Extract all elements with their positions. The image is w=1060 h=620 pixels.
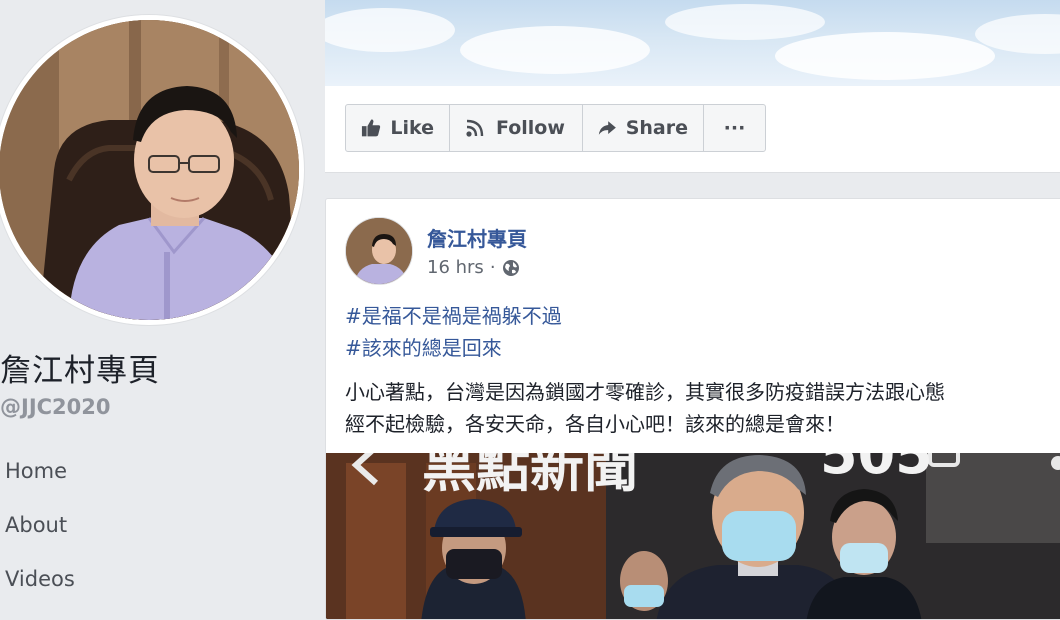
post-author-avatar[interactable] xyxy=(345,217,413,285)
video-overlay-title: 黑點新聞 xyxy=(422,453,638,499)
hashtag-link[interactable]: #該來的總是回來 xyxy=(345,332,1060,364)
profile-picture-frame[interactable] xyxy=(0,15,304,325)
share-label: Share xyxy=(625,117,688,139)
follow-label: Follow xyxy=(496,117,565,139)
profile-photo-illustration xyxy=(0,20,299,320)
share-button[interactable]: Share xyxy=(583,105,704,151)
main-column: Like Follow Share ··· 詹江村專頁 16 hrs · #是福… xyxy=(325,0,1060,620)
like-button[interactable]: Like xyxy=(346,105,450,151)
profile-picture[interactable] xyxy=(0,20,299,320)
post-avatar-illustration xyxy=(346,218,412,284)
post-timestamp[interactable]: 16 hrs xyxy=(427,257,484,278)
like-label: Like xyxy=(390,117,434,139)
cover-photo[interactable] xyxy=(325,0,1060,86)
page-nav: Home About Videos xyxy=(5,456,75,618)
post-video-thumbnail[interactable]: 黑點新聞 505 xyxy=(326,453,1060,619)
post-message: #是福不是禍是禍躲不過 #該來的總是回來 小心著點，台灣是因為鎖國才零確診，其實… xyxy=(345,300,1060,440)
page-title: 詹江村專頁 xyxy=(0,353,160,389)
globe-icon[interactable] xyxy=(502,259,520,277)
post-body: 小心著點，台灣是因為鎖國才零確診，其實很多防疫錯誤方法跟心態 經不起檢驗，各安天… xyxy=(345,376,1060,440)
left-sidebar: 詹江村專頁 @JJC2020 Home About Videos xyxy=(0,0,325,596)
nav-item-home[interactable]: Home xyxy=(5,456,75,510)
meta-separator: · xyxy=(489,257,496,278)
rss-follow-icon xyxy=(466,119,484,137)
share-arrow-icon xyxy=(598,121,616,135)
action-button-group: Like Follow Share ··· xyxy=(345,104,766,152)
video-overlay-count: 505 xyxy=(820,453,933,486)
post-body-line: 小心著點，台灣是因為鎖國才零確診，其實很多防疫錯誤方法跟心態 xyxy=(345,380,945,404)
post-meta: 16 hrs · xyxy=(427,257,520,278)
cover-sky-illustration xyxy=(325,4,1060,80)
post-body-line: 經不起檢驗，各安天命，各自小心吧！該來的總是會來！ xyxy=(345,412,845,436)
hashtag-link[interactable]: #是福不是禍是禍躲不過 xyxy=(345,300,1060,332)
post-card: 詹江村專頁 16 hrs · #是福不是禍是禍躲不過 #該來的總是回來 小心著點… xyxy=(325,198,1060,620)
more-label: ··· xyxy=(723,117,746,139)
page-actions-bar: Like Follow Share ··· xyxy=(325,86,1060,173)
nav-item-videos[interactable]: Videos xyxy=(5,564,75,618)
post-author-name[interactable]: 詹江村專頁 xyxy=(427,223,527,252)
nav-item-about[interactable]: About xyxy=(5,510,75,564)
more-options-button[interactable]: ··· xyxy=(704,105,765,151)
page-username[interactable]: @JJC2020 xyxy=(0,395,111,419)
follow-button[interactable]: Follow xyxy=(450,105,583,151)
thumbs-up-icon xyxy=(361,119,381,137)
